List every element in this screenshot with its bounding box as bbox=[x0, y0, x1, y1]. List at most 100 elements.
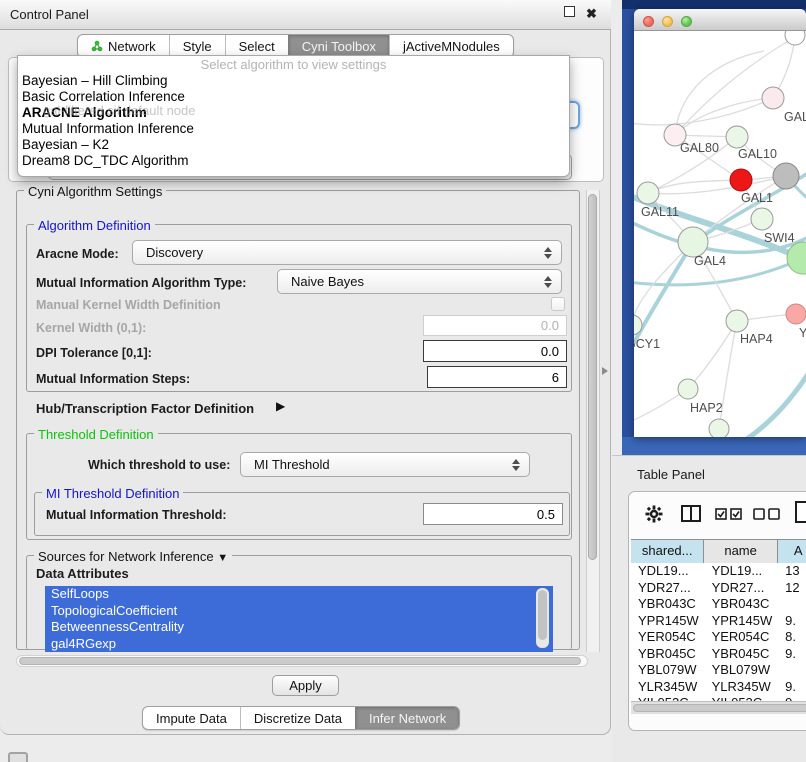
tab-style[interactable]: Style bbox=[169, 35, 225, 57]
kernel-width-input[interactable] bbox=[423, 315, 567, 336]
table-row[interactable]: YER054CYER054C8. bbox=[631, 629, 806, 646]
settings-vertical-scrollbar[interactable] bbox=[586, 190, 600, 652]
network-node-gal[interactable] bbox=[762, 87, 784, 109]
algorithm-definition-title: Algorithm Definition bbox=[34, 218, 155, 233]
table-cell: YDR27... bbox=[631, 580, 705, 597]
table-panel-dock: Table Panel bbox=[612, 455, 806, 762]
network-canvas[interactable]: GALGAL80GAL10GAL1GAL11SWI4GAL4GCY1HAP4YH… bbox=[634, 31, 806, 437]
network-node[interactable] bbox=[785, 31, 805, 45]
attribute-item-selfloops[interactable]: SelfLoops bbox=[45, 586, 553, 603]
settings-horizontal-scrollbar[interactable] bbox=[16, 655, 588, 667]
mi-threshold-input[interactable] bbox=[423, 503, 563, 525]
network-node[interactable] bbox=[773, 163, 799, 189]
table-hscroll-thumb[interactable] bbox=[633, 704, 806, 712]
tab-network[interactable]: Network bbox=[78, 35, 169, 57]
node-label-gal1: GAL1 bbox=[741, 191, 773, 205]
settings-hscroll-thumb[interactable] bbox=[19, 657, 581, 665]
network-node-y[interactable] bbox=[786, 304, 806, 324]
table-cell bbox=[778, 596, 806, 613]
attribute-item-betweennesscentrality[interactable]: BetweennessCentrality bbox=[45, 619, 553, 636]
which-threshold-label: Which threshold to use: bbox=[88, 458, 230, 472]
algorithm-option-mutual-information-inference[interactable]: Mutual Information Inference bbox=[18, 121, 569, 137]
network-node-swi4[interactable] bbox=[751, 208, 773, 230]
close-panel-button[interactable]: ✖ bbox=[584, 6, 599, 21]
algorithm-dropdown-placeholder: Select algorithm to view settings bbox=[18, 56, 569, 73]
algorithm-option-bayesian-k2[interactable]: Bayesian – K2 bbox=[18, 137, 569, 153]
select-all-checkboxes-icon[interactable] bbox=[715, 508, 743, 520]
bottom-tab-infer-network[interactable]: Infer Network bbox=[355, 707, 459, 729]
node-label-y: Y bbox=[799, 326, 806, 340]
table-row[interactable]: YBR043CYBR043C bbox=[631, 596, 806, 613]
table-row[interactable]: YDL19...YDL19...13 bbox=[631, 563, 806, 580]
settings-vscroll-thumb[interactable] bbox=[588, 194, 597, 560]
tab-cyni-toolbox[interactable]: Cyni Toolbox bbox=[288, 35, 389, 57]
node-label-gal10: GAL10 bbox=[738, 147, 777, 161]
panel-splitter-handle[interactable] bbox=[601, 366, 609, 376]
zoom-traffic-light[interactable] bbox=[681, 16, 692, 27]
threshold-definition-title: Threshold Definition bbox=[34, 427, 158, 442]
network-node-gal4[interactable] bbox=[678, 227, 708, 257]
which-threshold-select[interactable]: MI Threshold bbox=[240, 452, 530, 477]
table-body: YDL19...YDL19...13YDR27...YDR27...12YBR0… bbox=[631, 563, 806, 701]
node-label-hap4: HAP4 bbox=[740, 332, 773, 346]
column-header-name[interactable]: name bbox=[704, 540, 777, 564]
clear-checkboxes-icon[interactable] bbox=[753, 508, 781, 520]
combo-arrows-icon bbox=[507, 459, 525, 471]
network-node-gal10[interactable] bbox=[726, 126, 748, 148]
mi-algorithm-type-label: Mutual Information Algorithm Type: bbox=[36, 276, 246, 290]
table-cell: YBR043C bbox=[631, 596, 705, 613]
network-node[interactable] bbox=[709, 419, 729, 437]
tab-select[interactable]: Select bbox=[225, 35, 288, 57]
table-cell: YBR043C bbox=[705, 596, 779, 613]
dpi-tolerance-input[interactable] bbox=[423, 340, 567, 362]
network-node-gal11[interactable] bbox=[637, 182, 659, 204]
network-node-hap2[interactable] bbox=[678, 379, 698, 399]
mi-steps-input[interactable] bbox=[427, 366, 567, 388]
attribute-item-gal4rgexp[interactable]: gal4RGexp bbox=[45, 636, 553, 653]
close-traffic-light[interactable] bbox=[643, 16, 654, 27]
table-cell: YBL079W bbox=[631, 662, 705, 679]
gear-icon[interactable] bbox=[645, 505, 663, 523]
tab-jactivemnodules[interactable]: jActiveMNodules bbox=[389, 35, 513, 57]
node-label-swi4: SWI4 bbox=[764, 231, 795, 245]
attribute-item-topologicalcoefficient[interactable]: TopologicalCoefficient bbox=[45, 603, 553, 620]
table-horizontal-scrollbar[interactable] bbox=[631, 701, 806, 714]
attributes-list-scrollbar[interactable] bbox=[536, 588, 549, 648]
collapse-arrow-icon[interactable]: ▼ bbox=[217, 552, 228, 564]
combo-arrows-icon bbox=[539, 276, 557, 288]
table-row[interactable]: YPR145WYPR145W9. bbox=[631, 613, 806, 630]
which-threshold-value: MI Threshold bbox=[241, 457, 507, 472]
table-cell: YBL079W bbox=[705, 662, 779, 679]
bottom-tab-impute-data[interactable]: Impute Data bbox=[143, 707, 240, 729]
float-window-button[interactable] bbox=[562, 6, 577, 21]
network-node-gal1[interactable] bbox=[730, 169, 752, 191]
ghost-combo-text: gal-filtered.sif default node bbox=[43, 103, 443, 118]
manual-kernel-width-label: Manual Kernel Width Definition bbox=[36, 298, 221, 312]
mi-algorithm-type-select[interactable]: Naive Bayes bbox=[277, 269, 562, 294]
minimize-traffic-light[interactable] bbox=[662, 16, 673, 27]
apply-button[interactable]: Apply bbox=[272, 675, 339, 696]
network-desktop: GALGAL80GAL10GAL1GAL11SWI4GAL4GCY1HAP4YH… bbox=[622, 0, 806, 455]
table-row[interactable]: YBR045CYBR045C9. bbox=[631, 646, 806, 663]
table-row[interactable]: YBL079WYBL079W bbox=[631, 662, 806, 679]
document-icon[interactable] bbox=[795, 501, 806, 523]
algorithm-dropdown-items: Bayesian – Hill ClimbingBasic Correlatio… bbox=[18, 73, 569, 169]
table-row[interactable]: YDR27...YDR27...12 bbox=[631, 580, 806, 597]
algorithm-option-bayesian-hill-climbing[interactable]: Bayesian – Hill Climbing bbox=[18, 73, 569, 89]
node-label-gal: GAL bbox=[784, 110, 806, 124]
column-header-shared[interactable]: shared... bbox=[631, 540, 704, 564]
expand-arrow-icon[interactable]: ▶ bbox=[276, 399, 285, 413]
minimized-panel-icon[interactable] bbox=[8, 752, 28, 762]
table-cell: 13 bbox=[778, 563, 806, 580]
algorithm-option-dream8-dc-tdc-algorithm[interactable]: Dream8 DC_TDC Algorithm bbox=[18, 153, 569, 169]
columns-icon[interactable] bbox=[681, 505, 701, 522]
aracne-mode-select[interactable]: Discovery bbox=[132, 240, 562, 265]
table-row[interactable]: YLR345WYLR345W9. bbox=[631, 679, 806, 696]
manual-kernel-width-checkbox[interactable] bbox=[551, 297, 565, 311]
attributes-scrollbar-thumb[interactable] bbox=[538, 590, 547, 640]
column-header-a[interactable]: A bbox=[778, 540, 806, 564]
network-node-hap4[interactable] bbox=[726, 310, 748, 332]
table-cell: YER054C bbox=[705, 629, 779, 646]
bottom-tab-discretize-data[interactable]: Discretize Data bbox=[240, 707, 355, 729]
tab-label: Select bbox=[239, 39, 275, 54]
